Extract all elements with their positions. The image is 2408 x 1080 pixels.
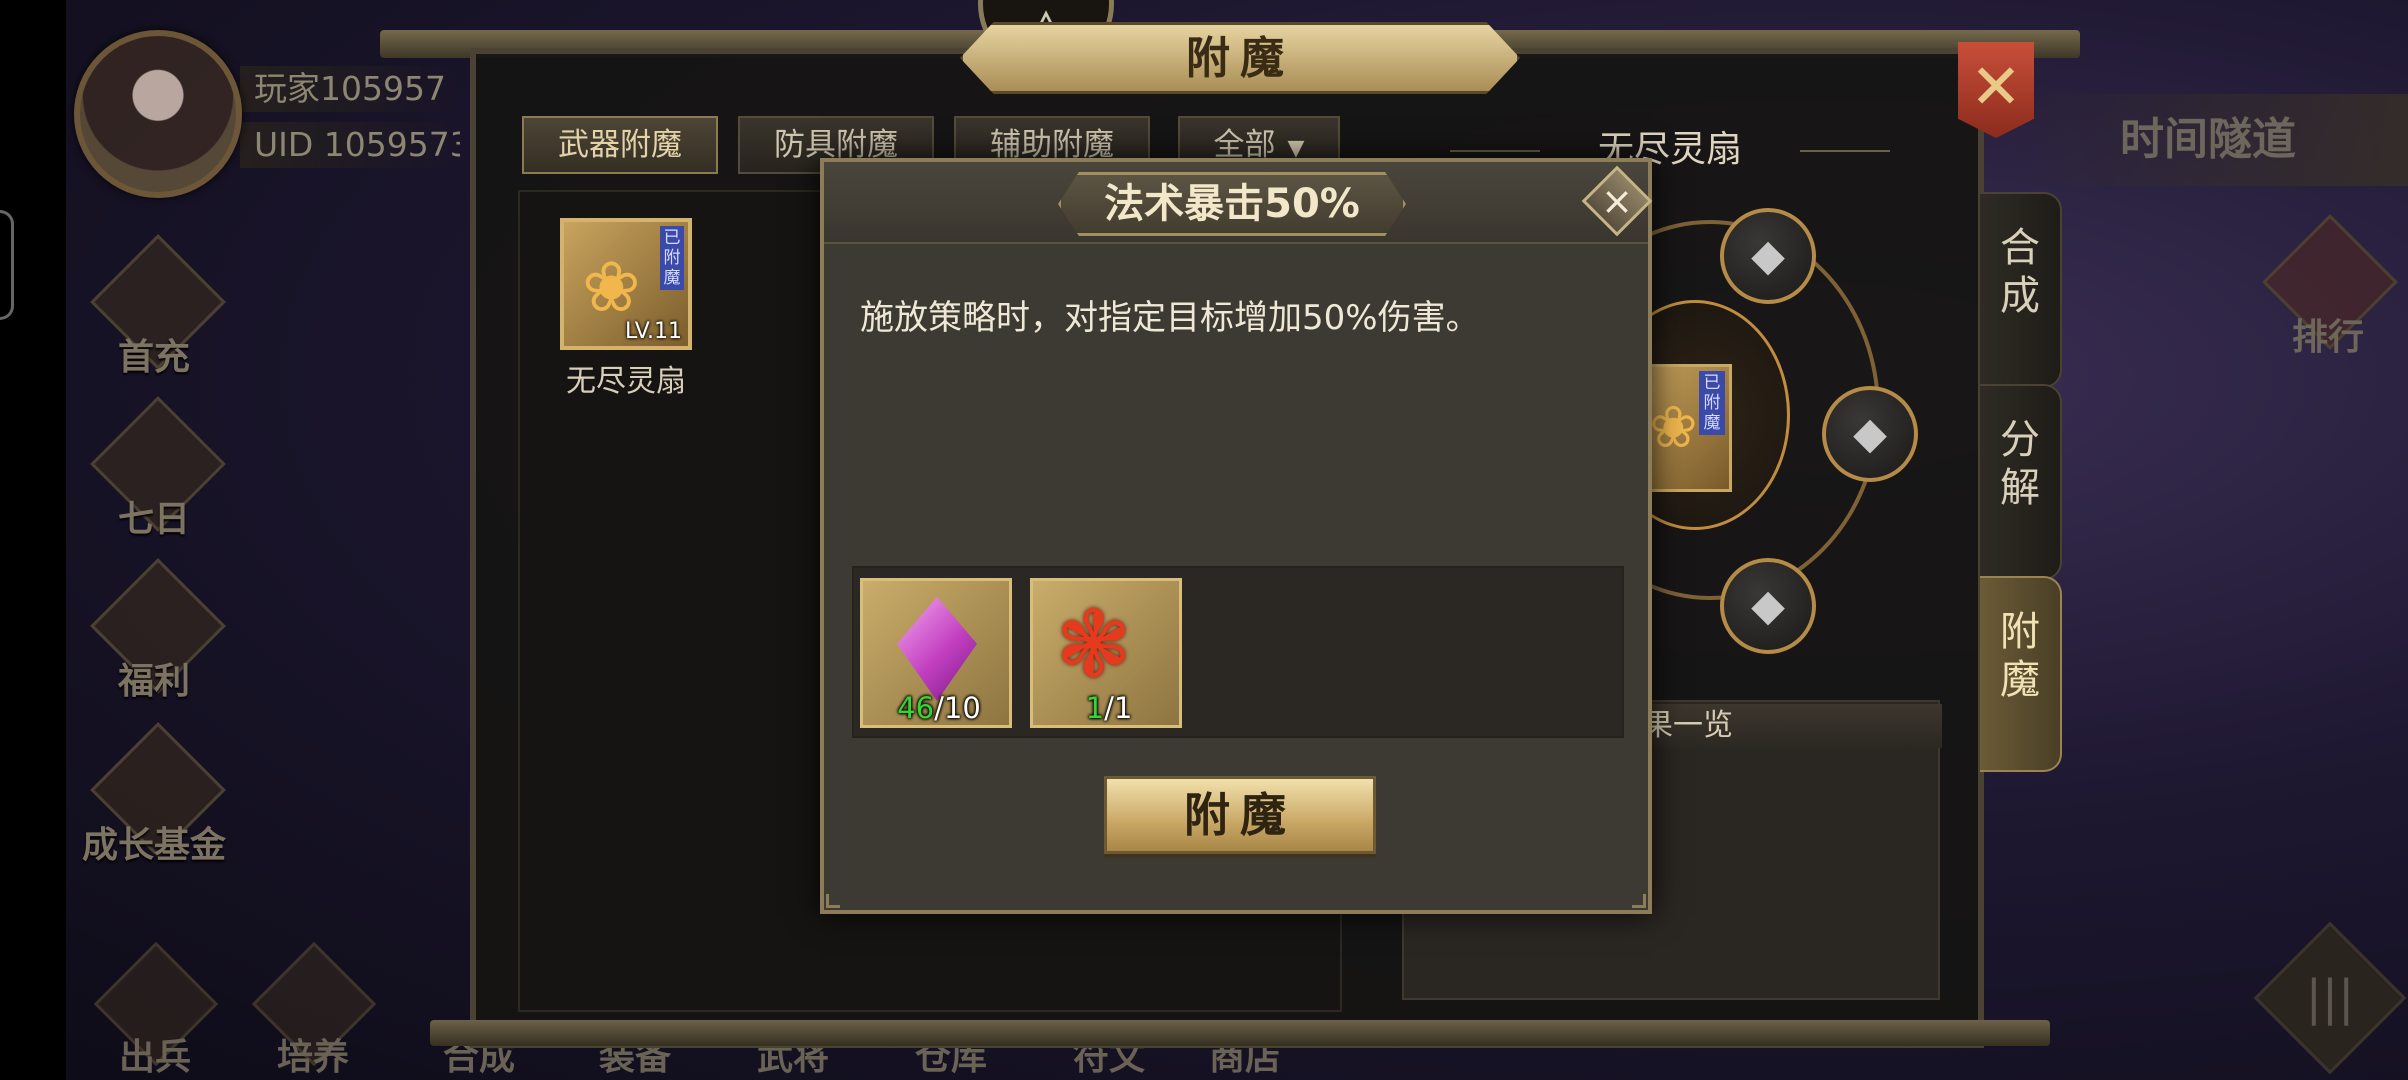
- frame-bottom-bar: [430, 1020, 2050, 1046]
- ranking-button[interactable]: 排行: [2258, 214, 2398, 360]
- material-bar: 46/10 ❃ 1/1: [852, 566, 1624, 738]
- red-fan-icon: ❃: [1055, 591, 1133, 698]
- side-tab-craft-label: 合成: [2000, 225, 2040, 319]
- center-item[interactable]: ❀ 已附魔: [1640, 364, 1732, 492]
- panel-title-plate: 附魔: [960, 22, 1520, 94]
- item-slot-fan[interactable]: ❀ 已附魔 LV.11: [560, 218, 692, 350]
- side-tab-decompose[interactable]: 分解: [1980, 384, 2062, 580]
- modal-corner: [1632, 894, 1646, 908]
- welfare-button[interactable]: 福利: [84, 558, 226, 704]
- player-name: 玩家105957: [240, 66, 460, 112]
- enchant-stone-slot[interactable]: ◆: [1822, 386, 1918, 482]
- material-need: /10: [934, 691, 981, 725]
- item-level: LV.11: [624, 319, 682, 344]
- fan-icon: ❀: [582, 246, 641, 328]
- nav-train[interactable]: 培养: [238, 940, 388, 1080]
- welfare-label: 福利: [117, 661, 190, 702]
- growth-fund-button[interactable]: 成长基金: [82, 722, 226, 868]
- first-recharge-button[interactable]: 首充: [84, 234, 226, 380]
- material-count: 46/10: [863, 691, 1009, 725]
- modal-title-plate: 法术暴击50%: [1058, 172, 1406, 236]
- item-name: 无尽灵扇: [566, 364, 686, 399]
- player-avatar[interactable]: [74, 30, 242, 198]
- material-slot-fan[interactable]: ❃ 1/1: [1030, 578, 1182, 728]
- fan-icon: ❀: [1649, 393, 1698, 461]
- stone-icon: ◆: [1751, 580, 1785, 631]
- enchant-stone-slot[interactable]: ◆: [1720, 208, 1816, 304]
- panel-close-button[interactable]: ✕: [1958, 42, 2034, 138]
- tab-weapon-enchant[interactable]: 武器附魔: [522, 116, 718, 174]
- material-need: /1: [1104, 691, 1133, 725]
- material-slot-gem[interactable]: 46/10: [860, 578, 1012, 728]
- enchanted-badge: 已附魔: [660, 226, 684, 290]
- side-tab-enchant-label: 附魔: [2000, 609, 2040, 703]
- side-tab-craft[interactable]: 合成: [1980, 192, 2062, 388]
- nav-deploy[interactable]: 出兵: [80, 940, 230, 1080]
- growth-fund-label: 成长基金: [81, 825, 226, 866]
- time-tunnel-button[interactable]: 时间隧道: [2008, 94, 2408, 186]
- modal-title: 法术暴击50%: [1104, 181, 1360, 227]
- screen-edge: [0, 0, 66, 1080]
- close-icon: ×: [1601, 179, 1633, 223]
- seven-day-label: 七日: [117, 499, 190, 540]
- purple-gem-icon: [897, 597, 977, 701]
- player-uid: UID 10595739: [240, 122, 460, 168]
- panel-title: 附魔: [1186, 33, 1294, 84]
- stone-icon: ◆: [1853, 408, 1887, 459]
- nav-deploy-label: 出兵: [118, 1037, 191, 1078]
- enchant-modal: 法术暴击50% × 施放策略时，对指定目标增加50%伤害。 46/10 ❃ 1/…: [820, 158, 1653, 914]
- side-tab-decompose-label: 分解: [2000, 417, 2040, 511]
- material-have: 1: [1085, 691, 1105, 725]
- nav-train-label: 培养: [276, 1037, 349, 1078]
- enchant-button[interactable]: 附魔: [1104, 776, 1376, 854]
- close-icon: ✕: [1970, 50, 2022, 123]
- seven-day-button[interactable]: 七日: [84, 396, 226, 542]
- ranking-label: 排行: [2291, 317, 2364, 358]
- enchant-stone-slot[interactable]: ◆: [1720, 558, 1816, 654]
- modal-corner: [826, 894, 840, 908]
- material-have: 46: [897, 691, 935, 725]
- material-count: 1/1: [1033, 691, 1179, 725]
- enchant-button-label: 附魔: [1184, 788, 1296, 842]
- edge-handle[interactable]: [0, 210, 14, 320]
- center-enchanted-badge: 已附魔: [1699, 371, 1725, 435]
- modal-description: 施放策略时，对指定目标增加50%伤害。: [860, 298, 1480, 338]
- menu-icon: |||: [2305, 970, 2355, 1026]
- side-tab-enchant[interactable]: 附魔: [1980, 576, 2062, 772]
- stone-icon: ◆: [1751, 230, 1785, 281]
- first-recharge-label: 首充: [117, 337, 190, 378]
